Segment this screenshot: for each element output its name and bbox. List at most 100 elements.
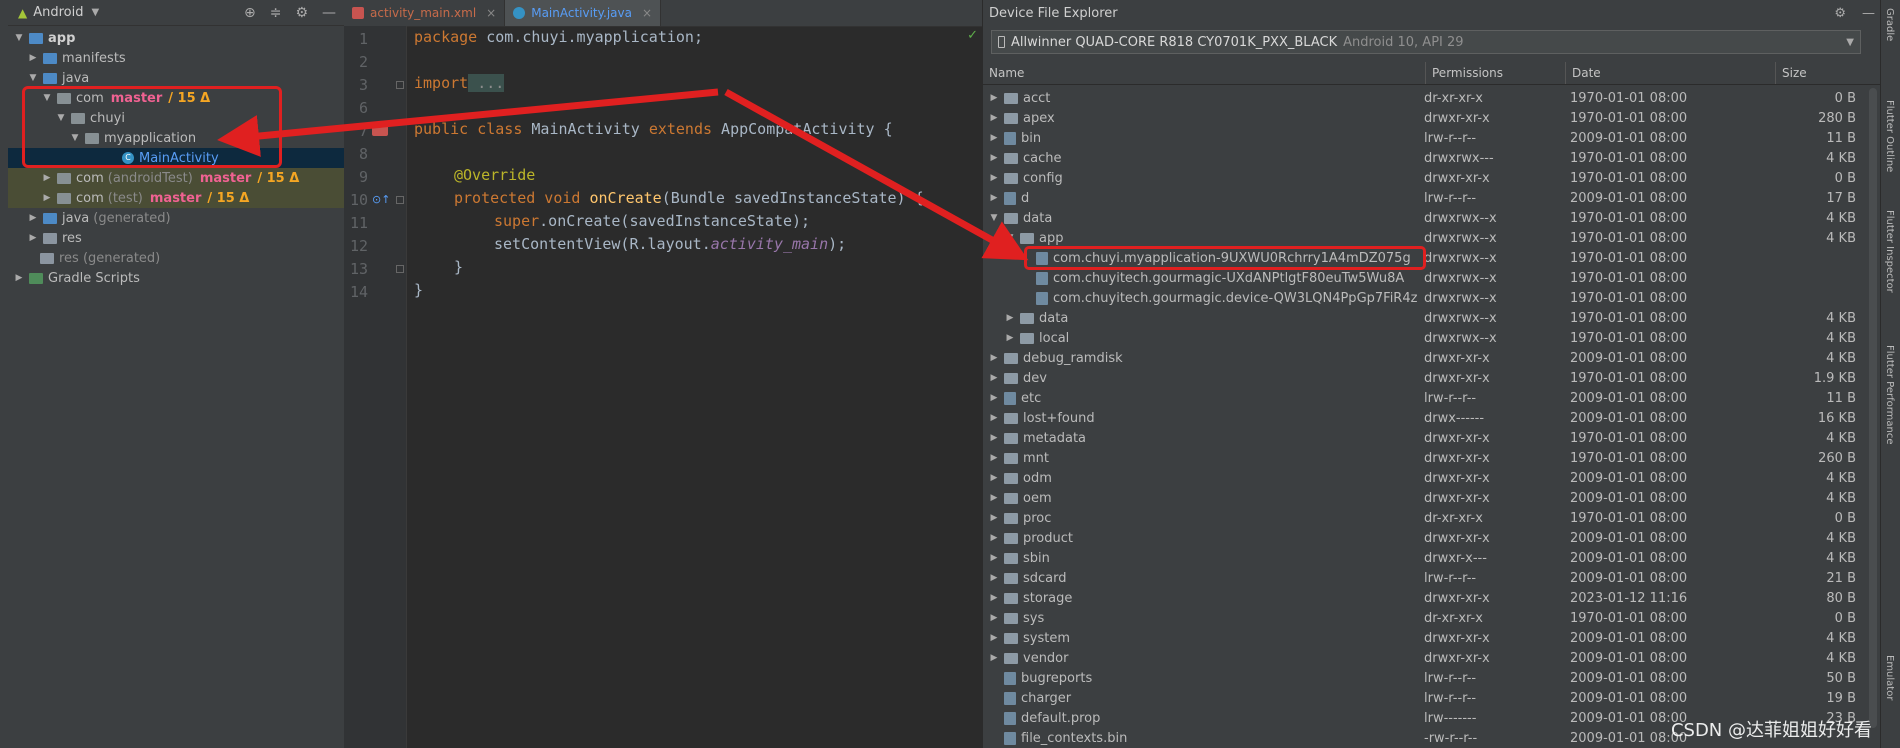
file-row[interactable]: ▼ app drwxrwx--x 1970-01-01 08:00 4 KB: [983, 228, 1863, 248]
expand-arrow-icon[interactable]: ▶: [987, 593, 1001, 603]
file-row[interactable]: ▶ data drwxrwx--x 1970-01-01 08:00 4 KB: [983, 308, 1863, 328]
collapse-all-icon[interactable]: ≑: [270, 5, 282, 21]
hide-icon[interactable]: —: [322, 5, 336, 21]
tool-window-gradle[interactable]: Gradle: [1884, 8, 1895, 41]
expand-arrow-icon[interactable]: ▶: [987, 553, 1001, 563]
override-marker-icon[interactable]: ⊙↑: [372, 193, 390, 206]
tree-item-com-androidtest[interactable]: ▶ com (androidTest) master / 15 Δ: [8, 168, 344, 188]
expand-arrow-icon[interactable]: ▼: [1003, 233, 1017, 243]
file-row[interactable]: ▶ cache drwxrwx--- 1970-01-01 08:00 4 KB: [983, 148, 1863, 168]
tool-window-flutter-inspector[interactable]: Flutter Inspector: [1884, 210, 1895, 293]
fold-icon[interactable]: [396, 265, 404, 273]
expand-arrow-icon[interactable]: ▶: [987, 353, 1001, 363]
file-row[interactable]: bugreports lrw-r--r-- 2009-01-01 08:00 50 B: [983, 668, 1863, 688]
tool-window-flutter-performance[interactable]: Flutter Performance: [1884, 345, 1895, 445]
folded-imports[interactable]: ...: [468, 74, 505, 92]
column-header-permissions[interactable]: Permissions: [1426, 62, 1566, 84]
tree-item-java[interactable]: ▼ java: [8, 68, 344, 88]
gear-icon[interactable]: ⚙: [1834, 6, 1846, 21]
file-row[interactable]: ▶ product drwxr-xr-x 2009-01-01 08:00 4 KB: [983, 528, 1863, 548]
file-row[interactable]: ▶ metadata drwxr-xr-x 1970-01-01 08:00 4 KB: [983, 428, 1863, 448]
file-row[interactable]: ▶ lost+found drwx------ 2009-01-01 08:00 16 …: [983, 408, 1863, 428]
tool-window-flutter-outline[interactable]: Flutter Outline: [1884, 100, 1895, 172]
tree-item-com-test[interactable]: ▶ com (test) master / 15 Δ: [8, 188, 344, 208]
file-row[interactable]: ▶ sys dr-xr-xr-x 1970-01-01 08:00 0 B: [983, 608, 1863, 628]
column-header-size[interactable]: Size: [1776, 62, 1866, 84]
expand-arrow-icon[interactable]: ▶: [12, 273, 26, 283]
expand-arrow-icon[interactable]: ▶: [987, 373, 1001, 383]
expand-arrow-icon[interactable]: ▶: [987, 413, 1001, 423]
chevron-down-icon[interactable]: ▼: [1846, 37, 1854, 48]
close-icon[interactable]: ×: [642, 6, 652, 20]
file-row[interactable]: ▶ proc dr-xr-xr-x 1970-01-01 08:00 0 B: [983, 508, 1863, 528]
close-icon[interactable]: ×: [486, 6, 496, 20]
file-row[interactable]: ▶ sbin drwxr-x--- 2009-01-01 08:00 4 KB: [983, 548, 1863, 568]
file-row[interactable]: com.chuyitech.gourmagic-UXdANPtlgtF80euT…: [983, 268, 1863, 288]
file-row[interactable]: ▶ odm drwxr-xr-x 2009-01-01 08:00 4 KB: [983, 468, 1863, 488]
hide-icon[interactable]: —: [1862, 6, 1875, 21]
file-row[interactable]: ▶ sdcard lrw-r--r-- 2009-01-01 08:00 21 B: [983, 568, 1863, 588]
tab-mainactivity-java[interactable]: MainActivity.java ×: [505, 0, 662, 26]
file-row[interactable]: ▶ apex drwxr-xr-x 1970-01-01 08:00 280 B: [983, 108, 1863, 128]
file-row[interactable]: ▶ dev drwxr-xr-x 1970-01-01 08:00 1.9 KB: [983, 368, 1863, 388]
project-view-selector[interactable]: Android: [33, 5, 83, 20]
file-row[interactable]: ▶ acct dr-xr-xr-x 1970-01-01 08:00 0 B: [983, 88, 1863, 108]
expand-arrow-icon[interactable]: ▶: [987, 653, 1001, 663]
expand-arrow-icon[interactable]: ▶: [26, 53, 40, 63]
expand-arrow-icon[interactable]: ▶: [987, 113, 1001, 123]
gear-icon[interactable]: ⚙: [295, 5, 308, 21]
expand-arrow-icon[interactable]: ▶: [1003, 313, 1017, 323]
column-header-name[interactable]: Name: [983, 62, 1426, 84]
file-row[interactable]: ▶ etc lrw-r--r-- 2009-01-01 08:00 11 B: [983, 388, 1863, 408]
file-row[interactable]: ▶ d lrw-r--r-- 2009-01-01 08:00 17 B: [983, 188, 1863, 208]
expand-arrow-icon[interactable]: ▶: [987, 493, 1001, 503]
file-row[interactable]: ▶ bin lrw-r--r-- 2009-01-01 08:00 11 B: [983, 128, 1863, 148]
expand-arrow-icon[interactable]: ▶: [987, 193, 1001, 203]
tree-item-res[interactable]: ▶ res: [8, 228, 344, 248]
device-selector[interactable]: Allwinner QUAD-CORE R818 CY0701K_PXX_BLA…: [991, 30, 1861, 54]
expand-arrow-icon[interactable]: ▶: [987, 633, 1001, 643]
expand-arrow-icon[interactable]: ▶: [40, 193, 54, 203]
file-row[interactable]: ▶ vendor drwxr-xr-x 2009-01-01 08:00 4 KB: [983, 648, 1863, 668]
expand-arrow-icon[interactable]: ▶: [987, 133, 1001, 143]
expand-arrow-icon[interactable]: ▶: [1003, 333, 1017, 343]
expand-arrow-icon[interactable]: ▼: [12, 33, 26, 43]
file-row[interactable]: ▶ system drwxr-xr-x 2009-01-01 08:00 4 KB: [983, 628, 1863, 648]
locate-icon[interactable]: ⊕: [244, 5, 256, 21]
file-row[interactable]: charger lrw-r--r-- 2009-01-01 08:00 19 B: [983, 688, 1863, 708]
expand-arrow-icon[interactable]: ▼: [987, 213, 1001, 223]
expand-arrow-icon[interactable]: ▶: [987, 173, 1001, 183]
tree-item-gradle-scripts[interactable]: ▶ Gradle Scripts: [8, 268, 344, 288]
expand-arrow-icon[interactable]: ▶: [987, 513, 1001, 523]
expand-arrow-icon[interactable]: ▶: [987, 453, 1001, 463]
file-row[interactable]: ▶ storage drwxr-xr-x 2023-01-12 11:16 80 B: [983, 588, 1863, 608]
chevron-down-icon[interactable]: ▼: [92, 7, 100, 18]
expand-arrow-icon[interactable]: ▶: [40, 173, 54, 183]
fold-icon[interactable]: [396, 196, 404, 204]
expand-arrow-icon[interactable]: ▶: [987, 433, 1001, 443]
tree-item-res-generated[interactable]: res (generated): [8, 248, 344, 268]
file-row[interactable]: com.chuyitech.gourmagic.device-QW3LQN4Pp…: [983, 288, 1863, 308]
expand-arrow-icon[interactable]: ▶: [987, 93, 1001, 103]
file-row[interactable]: ▶ local drwxrwx--x 1970-01-01 08:00 4 KB: [983, 328, 1863, 348]
expand-arrow-icon[interactable]: ▶: [987, 573, 1001, 583]
file-row[interactable]: ▶ oem drwxr-xr-x 2009-01-01 08:00 4 KB: [983, 488, 1863, 508]
file-row[interactable]: ▶ debug_ramdisk drwxr-xr-x 2009-01-01 08:00…: [983, 348, 1863, 368]
file-row[interactable]: ▶ config drwxr-xr-x 1970-01-01 08:00 0 B: [983, 168, 1863, 188]
tree-item-app[interactable]: ▼ app: [8, 28, 344, 48]
expand-arrow-icon[interactable]: ▶: [987, 613, 1001, 623]
file-row[interactable]: ▶ mnt drwxr-xr-x 1970-01-01 08:00 260 B: [983, 448, 1863, 468]
expand-arrow-icon[interactable]: ▶: [987, 393, 1001, 403]
tree-item-manifests[interactable]: ▶ manifests: [8, 48, 344, 68]
column-header-date[interactable]: Date: [1566, 62, 1776, 84]
tool-window-emulator[interactable]: Emulator: [1884, 655, 1895, 700]
expand-arrow-icon[interactable]: ▼: [26, 73, 40, 83]
expand-arrow-icon[interactable]: ▶: [987, 153, 1001, 163]
expand-arrow-icon[interactable]: ▶: [987, 473, 1001, 483]
android-activity-icon[interactable]: [372, 124, 388, 136]
expand-arrow-icon[interactable]: ▶: [987, 533, 1001, 543]
tab-activity-main-xml[interactable]: activity_main.xml ×: [344, 0, 506, 26]
expand-arrow-icon[interactable]: ▶: [26, 233, 40, 243]
file-row[interactable]: ▼ data drwxrwx--x 1970-01-01 08:00 4 KB: [983, 208, 1863, 228]
code-editor[interactable]: activity_main.xml × MainActivity.java × …: [344, 0, 982, 748]
